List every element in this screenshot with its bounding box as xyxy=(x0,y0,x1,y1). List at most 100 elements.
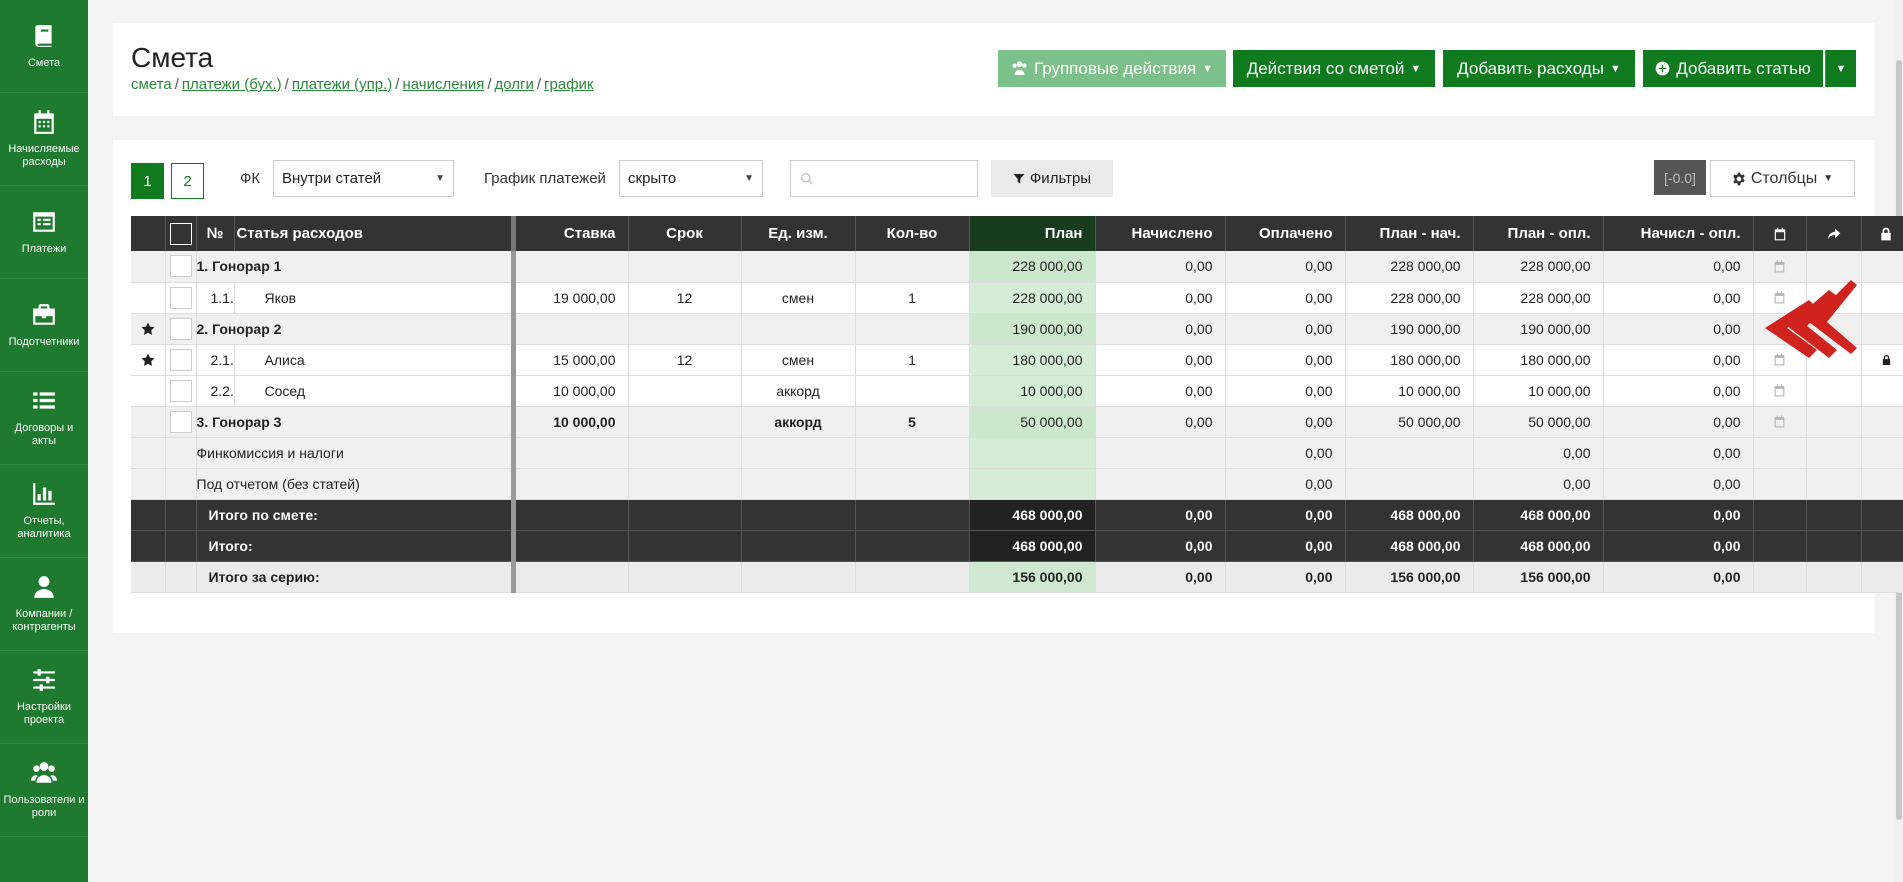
qty-cell[interactable] xyxy=(855,313,970,345)
zero-badge[interactable]: [-0.0] xyxy=(1654,160,1706,195)
qty-cell[interactable]: 1 xyxy=(855,282,970,314)
row-checkbox[interactable] xyxy=(169,286,192,309)
estimate-actions-button[interactable]: Действия со сметой ▼ xyxy=(1233,50,1435,87)
item-num: 3. xyxy=(196,413,209,430)
item-name-cell[interactable]: Яков xyxy=(234,282,516,314)
add-expenses-button[interactable]: Добавить расходы ▼ xyxy=(1443,50,1635,87)
columns-button[interactable]: Столбцы ▼ xyxy=(1710,160,1855,197)
table-row[interactable]: 2.2. Сосед 10 000,00 аккорд 10 000,00 0,00 0,0… xyxy=(131,375,1903,407)
header-rate[interactable]: Ставка xyxy=(513,216,629,251)
sidebar-item-accountables[interactable]: Подотчетники xyxy=(0,279,88,372)
term-cell[interactable]: 12 xyxy=(628,344,742,376)
item-name-cell[interactable]: 2. Гонорар 2 xyxy=(196,313,516,345)
calendar-icon[interactable] xyxy=(1773,384,1786,397)
item-name-cell[interactable]: Алиса xyxy=(234,344,516,376)
sidebar-item-accrued-expenses[interactable]: Начисляемые расходы xyxy=(0,93,88,186)
accrued-minus-paid-cell: 0,00 xyxy=(1603,251,1754,283)
unit-cell[interactable]: аккорд xyxy=(741,406,856,438)
misc-row-label: Под отчетом (без статей) xyxy=(196,468,516,500)
row-checkbox[interactable] xyxy=(169,317,192,340)
term-cell[interactable]: 12 xyxy=(628,282,742,314)
breadcrumb-accruals[interactable]: начисления xyxy=(402,76,484,93)
calendar-cell[interactable] xyxy=(1753,406,1807,438)
row-checkbox[interactable] xyxy=(169,255,192,278)
breadcrumb-schedule[interactable]: график xyxy=(544,76,593,93)
item-name-cell[interactable]: 3. Гонорар 3 xyxy=(196,406,516,438)
qty-cell[interactable]: 5 xyxy=(855,406,970,438)
header-term[interactable]: Срок xyxy=(628,216,742,251)
header-select-all[interactable] xyxy=(165,216,197,251)
rate-cell[interactable] xyxy=(513,313,629,345)
table-row[interactable]: 1.1. Яков 19 000,00 12 смен 1 228 000,00 0,00 0,… xyxy=(131,282,1903,314)
header-plan-minus-paid[interactable]: План - опл. xyxy=(1473,216,1604,251)
calendar-cell[interactable] xyxy=(1753,375,1807,407)
sidebar-item-payments[interactable]: Платежи xyxy=(0,186,88,279)
rate-cell[interactable]: 10 000,00 xyxy=(513,406,629,438)
fk-select[interactable]: Внутри статей ▼ xyxy=(273,160,454,197)
filters-button[interactable]: Фильтры xyxy=(991,160,1113,197)
select-all-checkbox[interactable] xyxy=(169,222,192,245)
header-qty[interactable]: Кол-во xyxy=(855,216,970,251)
group-actions-button[interactable]: Групповые действия ▼ xyxy=(998,50,1226,87)
star-icon[interactable] xyxy=(141,322,155,336)
sidebar-item-estimate[interactable]: Смета xyxy=(0,0,88,93)
calendar-icon[interactable] xyxy=(1773,415,1786,428)
rate-cell[interactable]: 10 000,00 xyxy=(513,375,629,407)
star-icon[interactable] xyxy=(141,353,155,367)
item-name-cell[interactable]: Сосед xyxy=(234,375,516,407)
row-checkbox[interactable] xyxy=(169,410,192,433)
table-row[interactable]: 2.1. Алиса 15 000,00 12 смен 1 180 000,00 0,00 0… xyxy=(131,344,1903,376)
header-item[interactable]: Статья расходов xyxy=(234,216,516,251)
accrued-cell: 0,00 xyxy=(1095,530,1226,562)
search-input[interactable] xyxy=(790,160,978,197)
breadcrumb-payments-accounting[interactable]: платежи (бух.) xyxy=(182,76,282,93)
unit-cell[interactable] xyxy=(741,313,856,345)
table-row[interactable]: 1. Гонорар 1 228 000,00 0,00 0,00 228 000,00… xyxy=(131,251,1903,283)
schedule-select[interactable]: скрыто ▼ xyxy=(619,160,763,197)
add-item-button[interactable]: Добавить статью xyxy=(1643,50,1823,87)
rate-cell[interactable]: 15 000,00 xyxy=(513,344,629,376)
qty-cell[interactable]: 1 xyxy=(855,344,970,376)
unit-cell[interactable]: смен xyxy=(741,344,856,376)
star-cell xyxy=(131,344,166,376)
term-cell[interactable] xyxy=(628,406,742,438)
row-checkbox[interactable] xyxy=(169,348,192,371)
page-1-button[interactable]: 1 xyxy=(131,163,164,199)
term-cell[interactable] xyxy=(628,313,742,345)
table-row[interactable]: 2. Гонорар 2 190 000,00 0,00 0,00 190 000,00… xyxy=(131,313,1903,345)
totals-row: Итого за серию: 156 000,00 0,00 0,00 156 000… xyxy=(131,561,1903,593)
lock-icon[interactable] xyxy=(1881,354,1892,366)
add-item-dropdown-button[interactable]: ▼ xyxy=(1825,50,1856,87)
sidebar-item-users[interactable]: Пользователи и роли xyxy=(0,744,88,837)
unit-cell[interactable] xyxy=(741,251,856,283)
sidebar-item-contracts[interactable]: Договоры и акты xyxy=(0,372,88,465)
header-accrued-minus-paid[interactable]: Начисл - опл. xyxy=(1603,216,1754,251)
item-name-cell[interactable]: 1. Гонорар 1 xyxy=(196,251,516,283)
term-cell[interactable] xyxy=(628,375,742,407)
qty-cell[interactable] xyxy=(855,251,970,283)
item-num: 1. xyxy=(196,258,209,275)
rate-cell[interactable]: 19 000,00 xyxy=(513,282,629,314)
row-checkbox[interactable] xyxy=(169,379,192,402)
header-paid[interactable]: Оплачено xyxy=(1225,216,1346,251)
header-accrued[interactable]: Начислено xyxy=(1095,216,1226,251)
unit-cell[interactable]: смен xyxy=(741,282,856,314)
page-2-button[interactable]: 2 xyxy=(171,163,204,199)
plan-cell: 228 000,00 xyxy=(969,282,1096,314)
unit-cell[interactable]: аккорд xyxy=(741,375,856,407)
header-plan-minus-accrued[interactable]: План - нач. xyxy=(1345,216,1474,251)
calendar-icon[interactable] xyxy=(1773,260,1786,273)
sidebar-item-project-settings[interactable]: Настройки проекта xyxy=(0,651,88,744)
qty-cell[interactable] xyxy=(855,375,970,407)
sidebar-item-reports[interactable]: Отчеты, аналитика xyxy=(0,465,88,558)
sidebar-item-companies[interactable]: Компании / контрагенты xyxy=(0,558,88,651)
breadcrumb-debts[interactable]: долги xyxy=(495,76,534,93)
breadcrumb-payments-management[interactable]: платежи (упр.) xyxy=(292,76,392,93)
term-cell[interactable] xyxy=(628,251,742,283)
filter-icon xyxy=(1013,173,1025,183)
header-plan[interactable]: План xyxy=(969,216,1096,251)
plan-minus-paid-cell: 468 000,00 xyxy=(1473,499,1604,531)
table-row[interactable]: 3. Гонорар 3 10 000,00 аккорд 5 50 000,00 0,0… xyxy=(131,406,1903,438)
header-unit[interactable]: Ед. изм. xyxy=(741,216,856,251)
rate-cell[interactable] xyxy=(513,251,629,283)
